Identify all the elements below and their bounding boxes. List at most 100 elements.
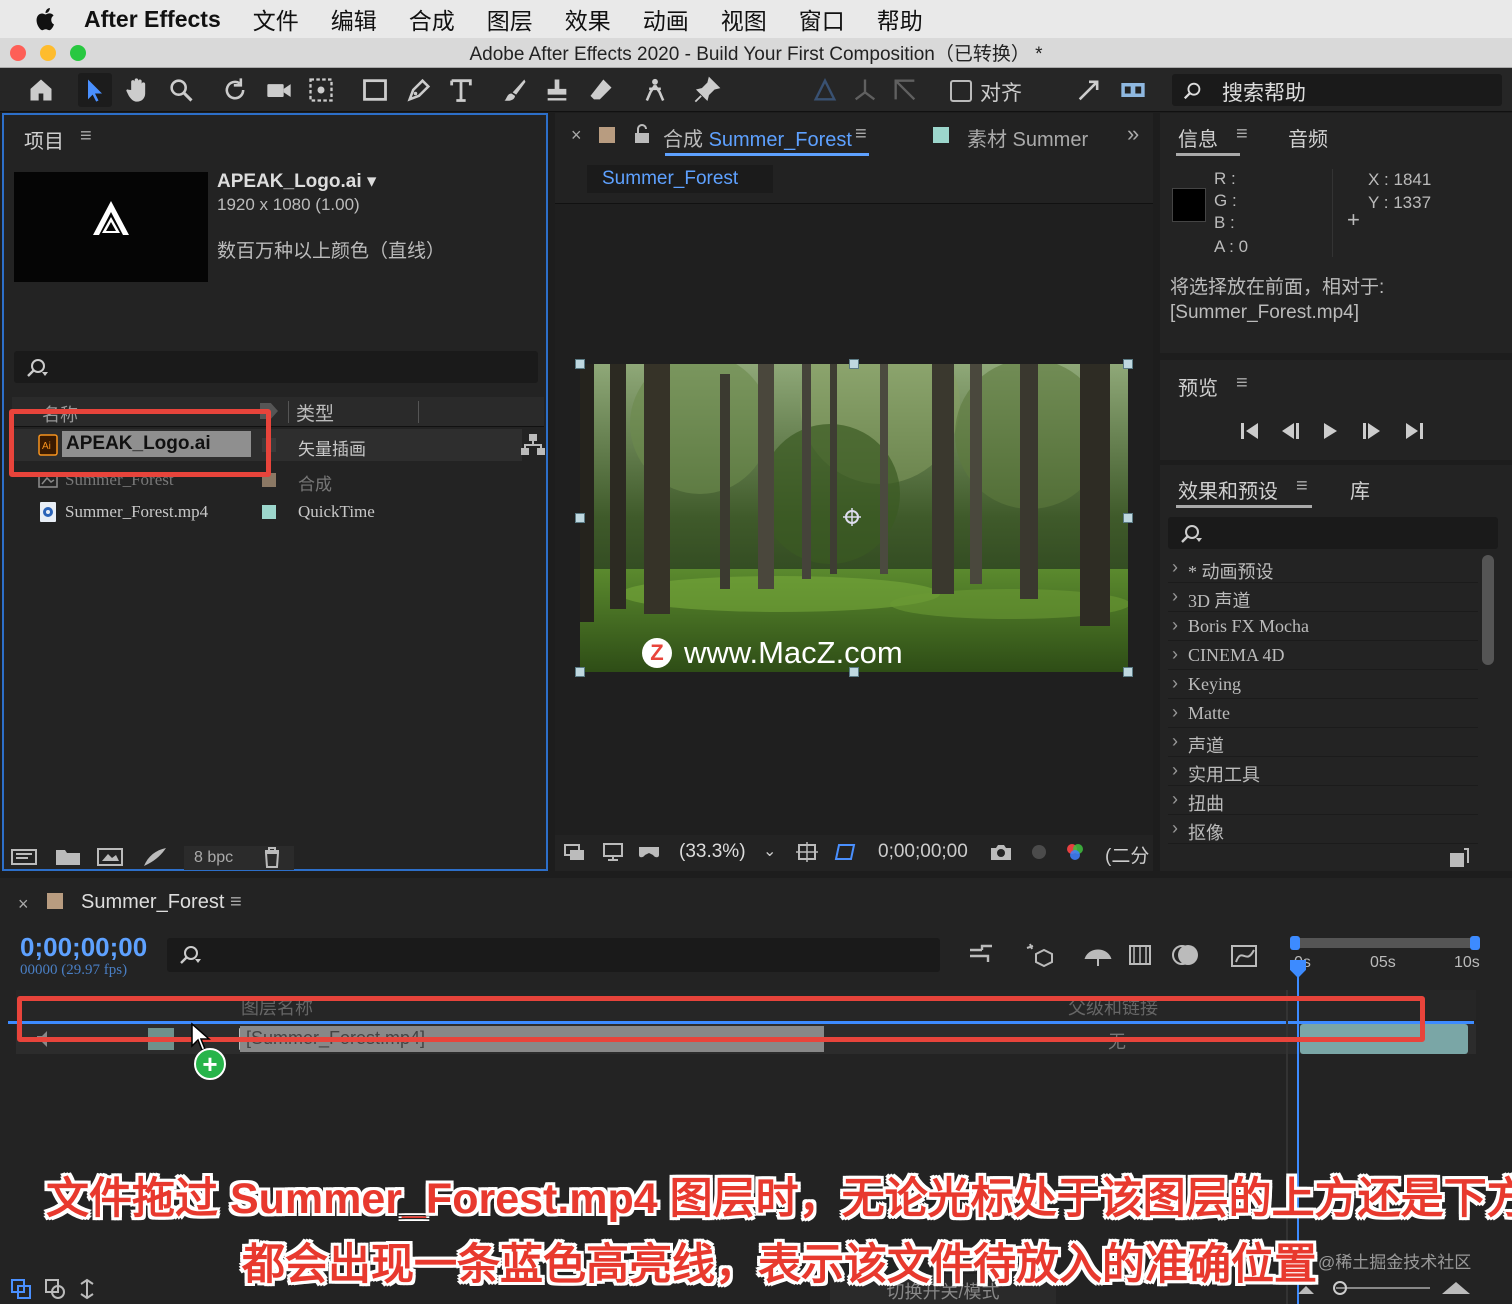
tab-composition[interactable]: 合成 Summer_Forest (663, 123, 852, 152)
in-out-controls-icon[interactable] (76, 1278, 98, 1300)
tab-library[interactable]: 库 (1350, 475, 1370, 504)
menu-window[interactable]: 窗口 (799, 2, 845, 36)
anchor-point-icon[interactable] (841, 506, 863, 528)
timeline-zoom-slider[interactable] (1296, 1278, 1476, 1298)
roto-brush-icon[interactable] (638, 73, 672, 107)
close-tab-icon[interactable]: × (571, 125, 582, 146)
effect-category[interactable]: › * 动画预设 (1168, 555, 1478, 583)
effect-category[interactable]: › 声道 (1168, 729, 1478, 757)
always-preview-icon[interactable] (563, 841, 587, 863)
zoom-tool-icon[interactable] (164, 73, 198, 107)
transfer-controls-icon[interactable] (44, 1278, 66, 1300)
last-frame-icon[interactable] (1402, 420, 1426, 442)
play-icon[interactable] (1318, 420, 1342, 442)
panel-menu-icon[interactable]: ≡ (80, 125, 92, 148)
hand-tool-icon[interactable] (120, 73, 154, 107)
effects-search-input[interactable] (1168, 517, 1498, 549)
transform-handle[interactable] (849, 359, 859, 369)
tab-info[interactable]: 信息 (1178, 123, 1218, 152)
selection-tool-icon[interactable] (78, 73, 112, 107)
tab-footage[interactable]: 素材 Summer (967, 123, 1088, 152)
align-checkbox[interactable] (950, 80, 972, 102)
close-tab-icon[interactable]: × (18, 894, 29, 915)
window-zoom-button[interactable] (70, 45, 86, 61)
lock-icon[interactable] (633, 123, 651, 145)
axis-world-icon[interactable] (848, 73, 882, 107)
chevron-down-icon[interactable]: ⌄ (763, 841, 776, 861)
pan-behind-tool-icon[interactable] (304, 73, 338, 107)
draft-3d-icon[interactable] (1024, 940, 1056, 970)
transform-handle[interactable] (575, 513, 585, 523)
comp-flowchart-icon[interactable] (966, 940, 998, 970)
effect-category[interactable]: › Keying (1168, 671, 1478, 699)
timeline-search-input[interactable] (167, 938, 940, 972)
transform-handle[interactable] (1123, 667, 1133, 677)
panel-menu-icon[interactable]: ≡ (230, 891, 242, 914)
camera-tool-icon[interactable] (262, 73, 296, 107)
mask-visibility-icon[interactable] (833, 841, 857, 863)
interpret-footage-icon[interactable] (10, 846, 38, 868)
first-frame-icon[interactable] (1238, 420, 1262, 442)
clone-stamp-icon[interactable] (540, 73, 574, 107)
effect-category[interactable]: › Boris FX Mocha (1168, 613, 1478, 641)
menu-effect[interactable]: 效果 (565, 2, 611, 36)
snapshot-camera-icon[interactable] (989, 841, 1013, 863)
panel-menu-icon[interactable]: ≡ (1296, 475, 1308, 498)
panel-menu-icon[interactable]: ≡ (1236, 372, 1248, 395)
effect-category[interactable]: › 3D 声道 (1168, 584, 1478, 612)
effect-category[interactable]: › 扭曲 (1168, 787, 1478, 815)
transform-handle[interactable] (849, 667, 859, 677)
menu-composition[interactable]: 合成 (409, 2, 455, 36)
show-snapshot-icon[interactable] (1027, 841, 1051, 863)
layer-switches-icon[interactable] (10, 1278, 32, 1300)
menu-help[interactable]: 帮助 (877, 2, 923, 36)
tab-effects-presets[interactable]: 效果和预设 (1178, 475, 1278, 504)
project-search-input[interactable] (14, 351, 538, 383)
motion-blur-icon[interactable] (1170, 940, 1202, 970)
expand-arrow-icon[interactable] (1072, 73, 1106, 107)
resolution-dropdown[interactable]: (二分 (1105, 841, 1149, 868)
transform-handle[interactable] (575, 359, 585, 369)
current-time-display[interactable]: 0;00;00;00 (878, 841, 968, 863)
rotate-tool-icon[interactable] (218, 73, 252, 107)
monitor-icon[interactable] (601, 841, 625, 863)
brush-tool-icon[interactable] (498, 73, 532, 107)
graph-editor-icon[interactable] (1228, 940, 1260, 970)
work-area-end-handle[interactable] (1470, 936, 1480, 950)
menu-file[interactable]: 文件 (253, 2, 299, 36)
menu-layer[interactable]: 图层 (487, 2, 533, 36)
selected-item-name[interactable]: APEAK_Logo.ai ▾ (217, 170, 376, 193)
menu-view[interactable]: 视图 (721, 2, 767, 36)
timeline-current-time[interactable]: 0;00;00;00 (20, 932, 147, 963)
transform-handle[interactable] (1123, 359, 1133, 369)
menu-animation[interactable]: 动画 (643, 2, 689, 36)
more-tabs-icon[interactable]: » (1127, 121, 1139, 147)
home-icon[interactable] (24, 73, 58, 107)
grid-guides-icon[interactable] (795, 841, 819, 863)
eraser-tool-icon[interactable] (584, 73, 618, 107)
flowchart-icon[interactable] (520, 433, 546, 457)
window-close-button[interactable] (10, 45, 26, 61)
axis-view-icon[interactable] (888, 73, 922, 107)
timeline-tab-name[interactable]: Summer_Forest (81, 891, 224, 914)
panel-menu-icon[interactable]: ≡ (1236, 123, 1248, 146)
panel-menu-icon[interactable]: ≡ (855, 123, 867, 146)
effect-category[interactable]: › 实用工具 (1168, 758, 1478, 786)
effects-scrollbar[interactable] (1482, 555, 1494, 665)
app-menu[interactable]: After Effects (84, 6, 221, 33)
effect-category[interactable]: › 抠像 (1168, 816, 1478, 844)
color-channels-icon[interactable] (1063, 841, 1087, 863)
work-area-start-handle[interactable] (1290, 936, 1300, 950)
menu-edit[interactable]: 编辑 (331, 2, 377, 36)
vr-mask-icon[interactable] (637, 841, 661, 863)
next-frame-icon[interactable] (1360, 420, 1384, 442)
composition-viewer[interactable]: Z www.MacZ.com (555, 203, 1153, 835)
shy-layers-icon[interactable] (1082, 940, 1114, 970)
trash-icon[interactable] (258, 846, 286, 868)
apple-icon[interactable] (32, 5, 60, 33)
time-ruler[interactable]: 0s 05s 10s (1286, 934, 1486, 990)
new-composition-icon[interactable] (96, 846, 124, 868)
label-swatch[interactable] (262, 505, 276, 519)
workspace-icon[interactable] (1116, 73, 1150, 107)
search-help-field[interactable]: 搜索帮助 (1172, 74, 1502, 106)
